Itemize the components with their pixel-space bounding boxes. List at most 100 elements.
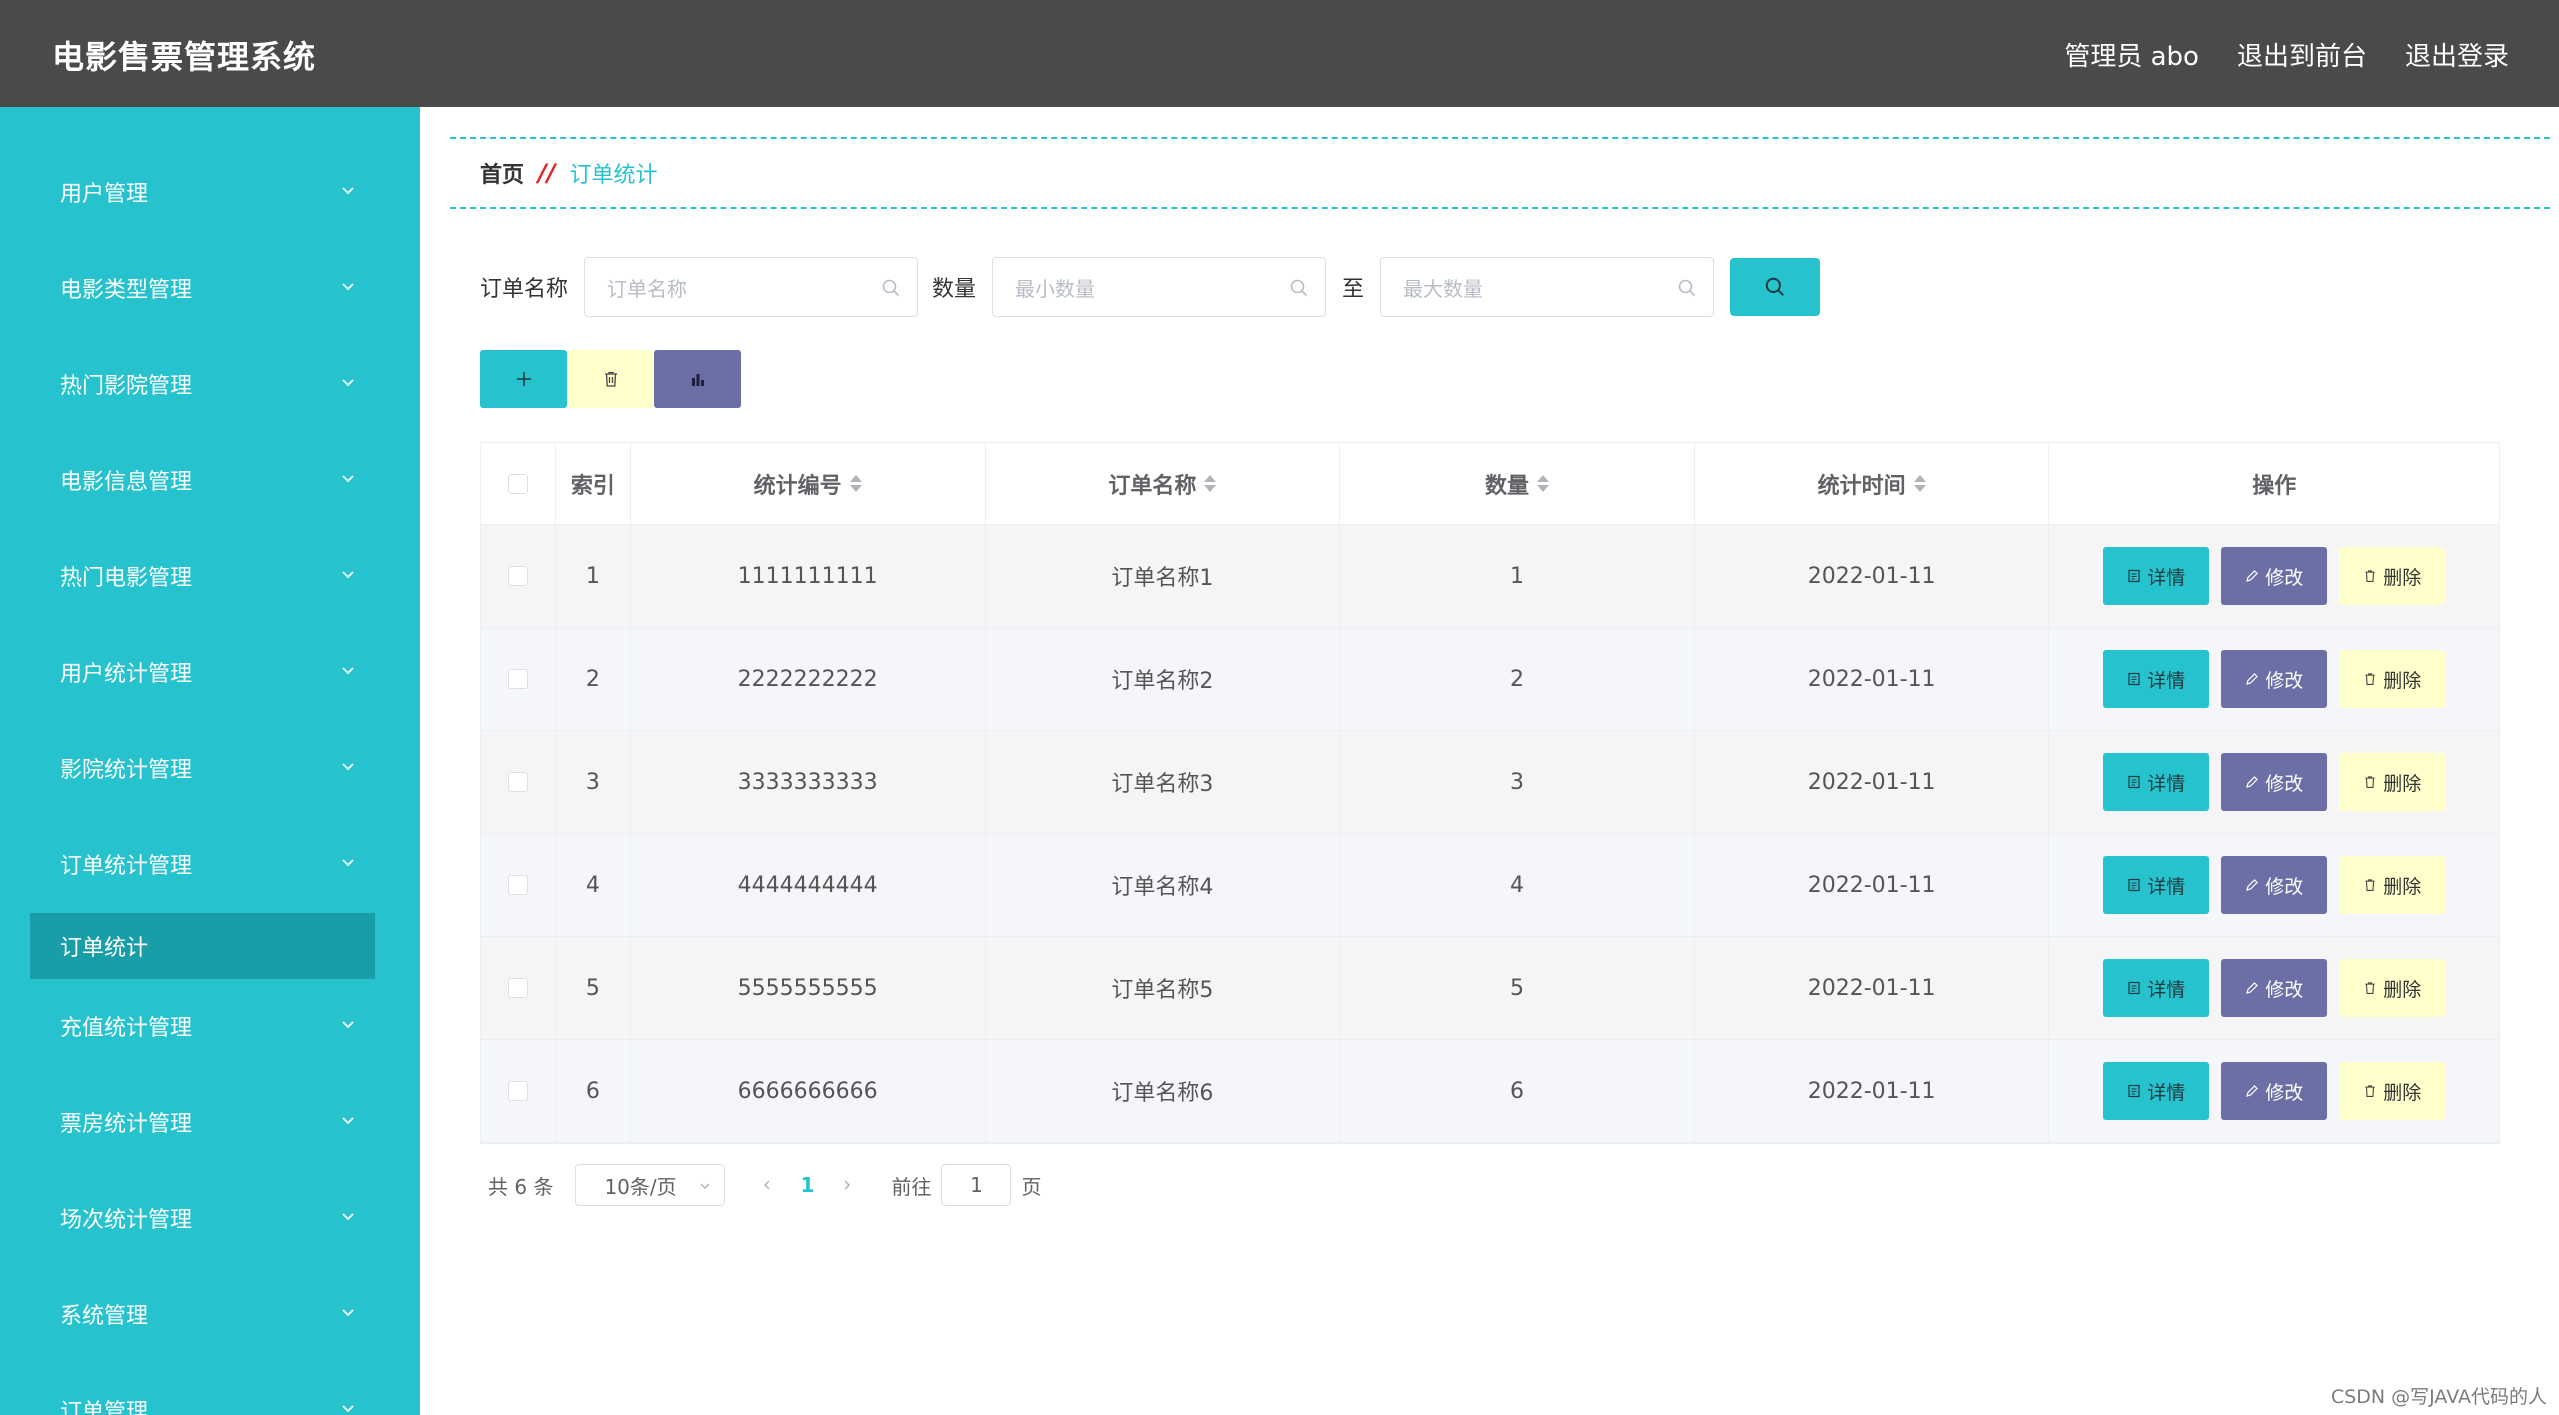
sidebar-item-order[interactable]: 订单管理 [0,1370,420,1415]
sidebar-item-user-stats[interactable]: 用户统计管理 [0,632,420,712]
detail-button[interactable]: 详情 [2103,650,2210,708]
edit-button[interactable]: 修改 [2221,547,2328,605]
page-size-select[interactable]: 10条/页 [575,1164,726,1206]
edit-button[interactable]: 修改 [2221,753,2328,811]
sidebar-item-hot-movie[interactable]: 热门电影管理 [0,536,420,616]
edit-label: 修改 [2265,772,2304,795]
detail-button[interactable]: 详情 [2103,753,2210,811]
sidebar-item-label: 热门影院管理 [60,374,193,399]
sidebar-item-system[interactable]: 系统管理 [0,1274,420,1354]
cell-code: 2222222222 [631,628,986,730]
delete-button[interactable]: 删除 [2339,547,2446,605]
search-button[interactable] [1730,258,1821,316]
sidebar-subitem-order-stats[interactable]: 订单统计 [30,913,375,979]
header-code-cell[interactable]: 统计编号 [631,443,986,524]
detail-button[interactable]: 详情 [2103,959,2210,1017]
breadcrumb-home[interactable]: 首页 [480,157,524,189]
cell-code: 3333333333 [631,731,986,833]
sidebar-item-hot-cinema[interactable]: 热门影院管理 [0,344,420,424]
sidebar-item-label: 系统管理 [60,1304,149,1329]
sidebar-item-order-stats[interactable]: 订单统计管理 [0,824,420,904]
min-qty-input[interactable]: 最小数量 [992,257,1327,317]
select-all-checkbox[interactable] [507,473,528,494]
delete-label: 删除 [2383,566,2422,589]
delete-button[interactable]: 删除 [2339,753,2446,811]
edit-icon [2246,1085,2259,1097]
cell-time: 2022-01-11 [1695,525,2050,627]
row-checkbox[interactable] [507,772,528,792]
header-time: 统计时间 [1817,473,1906,499]
sidebar-item-cinema-stats[interactable]: 影院统计管理 [0,728,420,808]
app-title: 电影售票管理系统 [52,38,317,76]
admin-user-link[interactable]: 管理员 abo [2064,36,2199,73]
sidebar-item-user[interactable]: 用户管理 [0,152,420,232]
page-number-current[interactable]: 1 [787,1173,827,1197]
header-index: 索引 [556,443,631,524]
chevron-down-icon [342,283,354,291]
sidebar-item-recharge-stats[interactable]: 充值统计管理 [0,986,420,1066]
cell-time: 2022-01-11 [1695,731,2050,833]
exit-to-frontend-link[interactable]: 退出到前台 [2237,36,2367,73]
sidebar-item-label: 订单管理 [60,1400,149,1415]
header-name: 订单名称 [1108,473,1197,499]
sidebar-item-label: 充值统计管理 [60,1016,193,1041]
sort-icon[interactable] [849,475,862,492]
max-qty-placeholder: 最大数量 [1403,276,1484,301]
top-header: 电影售票管理系统 管理员 abo 退出到前台 退出登录 [0,0,2559,107]
prev-page-button[interactable] [747,1164,787,1206]
chevron-down-icon [342,475,354,483]
row-checkbox[interactable] [507,566,528,586]
row-checkbox[interactable] [507,669,528,689]
sort-icon[interactable] [1913,475,1926,492]
sidebar-item-movie-type[interactable]: 电影类型管理 [0,248,420,328]
header-name-cell[interactable]: 订单名称 [986,443,1341,524]
chevron-down-icon [342,667,354,675]
table-row: 6 6666666666 订单名称6 6 2022-01-11 详情 修改 删除 [481,1040,2499,1143]
document-icon [2128,672,2140,686]
max-qty-input[interactable]: 最大数量 [1380,257,1715,317]
delete-button[interactable]: 删除 [2339,1062,2446,1120]
sidebar-item-boxoffice-stats[interactable]: 票房统计管理 [0,1082,420,1162]
sidebar-item-label: 订单统计管理 [60,854,193,879]
search-form: 订单名称 订单名称 数量 最小数量 至 最大数量 [480,257,1821,317]
trash-icon [2365,1085,2375,1097]
cell-qty: 5 [1340,937,1695,1039]
cell-code: 1111111111 [631,525,986,627]
edit-icon [2246,776,2259,788]
delete-button[interactable]: 删除 [2339,650,2446,708]
breadcrumb-separator: // [538,159,556,187]
row-checkbox[interactable] [507,978,528,998]
sort-icon[interactable] [1204,475,1217,492]
sidebar-item-session-stats[interactable]: 场次统计管理 [0,1178,420,1258]
edit-label: 修改 [2265,875,2304,898]
cell-qty: 1 [1340,525,1695,627]
order-name-label: 订单名称 [480,277,569,302]
detail-button[interactable]: 详情 [2103,547,2210,605]
row-checkbox[interactable] [507,1081,528,1101]
delete-label: 删除 [2383,772,2422,795]
sort-icon[interactable] [1536,475,1549,492]
row-checkbox[interactable] [507,875,528,895]
header-qty-cell[interactable]: 数量 [1340,443,1695,524]
cell-name: 订单名称4 [986,834,1341,936]
delete-button[interactable]: 删除 [2339,959,2446,1017]
trash-icon [2365,982,2375,994]
add-button[interactable] [480,350,567,408]
detail-button[interactable]: 详情 [2103,856,2210,914]
delete-label: 删除 [2383,669,2422,692]
logout-link[interactable]: 退出登录 [2405,36,2509,73]
edit-button[interactable]: 修改 [2221,650,2328,708]
order-name-input[interactable]: 订单名称 [584,257,919,317]
detail-button[interactable]: 详情 [2103,1062,2210,1120]
batch-delete-button[interactable] [567,350,654,408]
delete-button[interactable]: 删除 [2339,856,2446,914]
header-time-cell[interactable]: 统计时间 [1695,443,2050,524]
statistics-chart-button[interactable] [654,350,741,408]
next-page-button[interactable] [827,1164,867,1206]
edit-button[interactable]: 修改 [2221,959,2328,1017]
sidebar-item-movie-info[interactable]: 电影信息管理 [0,440,420,520]
edit-button[interactable]: 修改 [2221,1062,2328,1120]
goto-page-input[interactable]: 1 [941,1164,1012,1206]
edit-button[interactable]: 修改 [2221,856,2328,914]
cell-ops: 详情 修改 删除 [2049,731,2499,833]
